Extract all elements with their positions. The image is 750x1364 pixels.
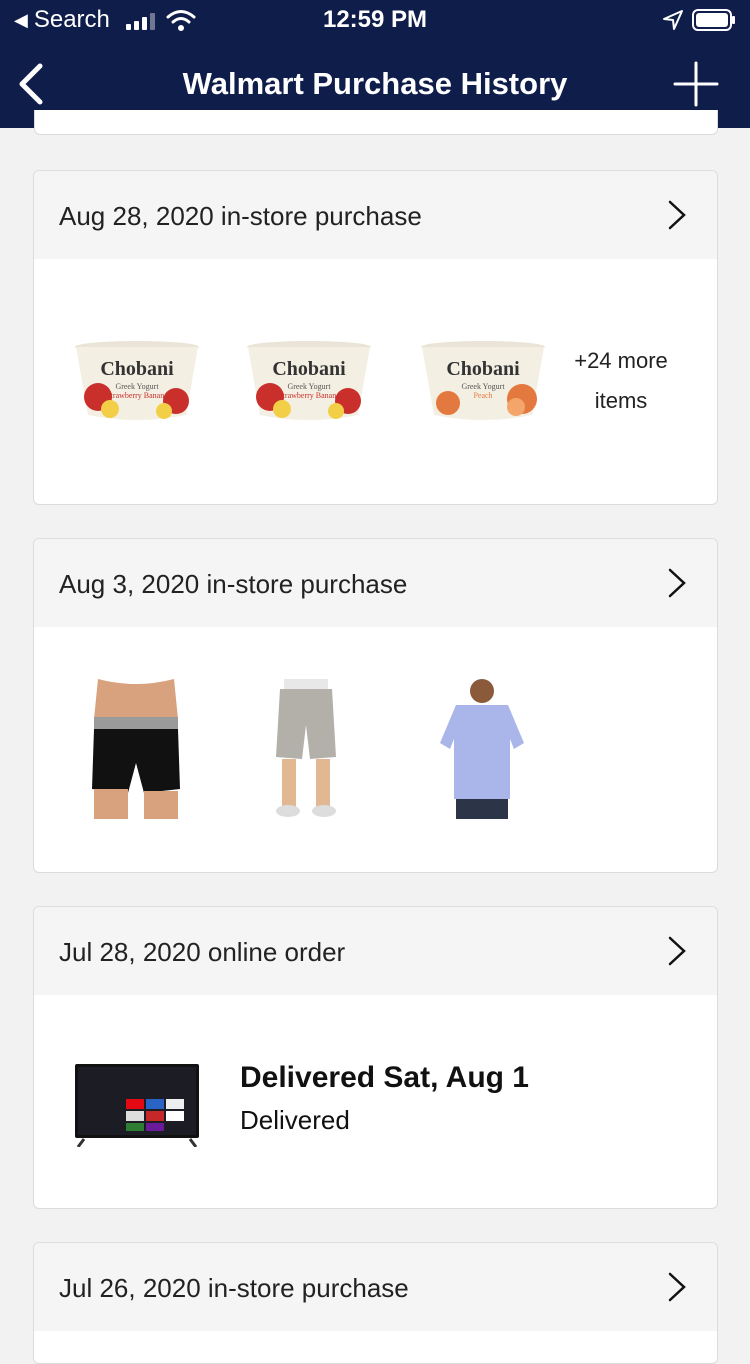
item-thumbnail-gray-shorts[interactable] [270, 679, 342, 819]
item-thumbnail-roku-tv[interactable] [74, 1063, 200, 1147]
purchase-title: Jul 28, 2020 online order [59, 937, 346, 967]
item-thumbnail-polo-shirt[interactable] [438, 679, 526, 819]
svg-text:Greek Yogurt: Greek Yogurt [287, 382, 331, 391]
previous-card-bottom [34, 110, 718, 135]
svg-text:Strawberry Banana: Strawberry Banana [278, 391, 340, 400]
delivery-status: Delivered [240, 1105, 350, 1135]
purchase-card-header[interactable]: Aug 28, 2020 in-store purchase [34, 171, 717, 259]
purchase-card[interactable]: Jul 26, 2020 in-store purchase [33, 1242, 718, 1364]
chevron-right-icon [668, 568, 686, 598]
plus-icon[interactable] [672, 60, 720, 108]
purchase-card[interactable]: Aug 28, 2020 in-store purchase Chobani G… [33, 170, 718, 505]
purchase-title: Aug 28, 2020 in-store purchase [59, 201, 422, 231]
svg-text:Chobani: Chobani [446, 358, 520, 380]
purchase-card-header[interactable]: Aug 3, 2020 in-store purchase [34, 539, 717, 627]
purchase-title: Aug 3, 2020 in-store purchase [59, 569, 408, 599]
page-title: Walmart Purchase History [182, 66, 568, 101]
top-bar: ◀ Search 12:59 PM Walmart Purchase Histo… [0, 0, 750, 128]
svg-text:Strawberry Banana: Strawberry Banana [106, 391, 168, 400]
svg-text:Greek Yogurt: Greek Yogurt [461, 382, 505, 391]
svg-text:Chobani: Chobani [100, 358, 174, 380]
purchase-card[interactable]: Jul 28, 2020 online order Delivered Sat,… [33, 906, 718, 1209]
status-time: 12:59 PM [322, 6, 428, 33]
battery-icon [692, 9, 735, 31]
purchase-title: Jul 26, 2020 in-store purchase [59, 1273, 409, 1303]
svg-text:Peach: Peach [473, 391, 492, 400]
item-thumbnail-boxer-briefs[interactable] [84, 679, 188, 819]
location-arrow-icon [663, 10, 683, 30]
chevron-right-icon [668, 200, 686, 230]
chevron-right-icon [668, 1272, 686, 1302]
status-bar: ◀ Search 12:59 PM [0, 0, 750, 40]
svg-text:Chobani: Chobani [272, 358, 346, 380]
svg-text:Greek Yogurt: Greek Yogurt [115, 382, 159, 391]
item-thumbnail-yogurt-strawberry-banana[interactable]: Chobani Greek Yogurt Strawberry Banana [244, 339, 374, 423]
delivery-title: Delivered Sat, Aug 1 [240, 1061, 529, 1094]
purchase-card[interactable]: Aug 3, 2020 in-store purchase [33, 538, 718, 873]
purchase-card-header[interactable]: Jul 28, 2020 online order [34, 907, 717, 995]
item-thumbnail-yogurt-strawberry-banana[interactable]: Chobani Greek Yogurt Strawberry Banana [72, 339, 202, 423]
item-thumbnail-yogurt-peach[interactable]: Chobani Greek Yogurt Peach [418, 339, 548, 423]
purchase-card-header[interactable]: Jul 26, 2020 in-store purchase [34, 1243, 717, 1331]
more-items-label[interactable]: +24 more items [558, 341, 684, 421]
chevron-right-icon [668, 936, 686, 966]
